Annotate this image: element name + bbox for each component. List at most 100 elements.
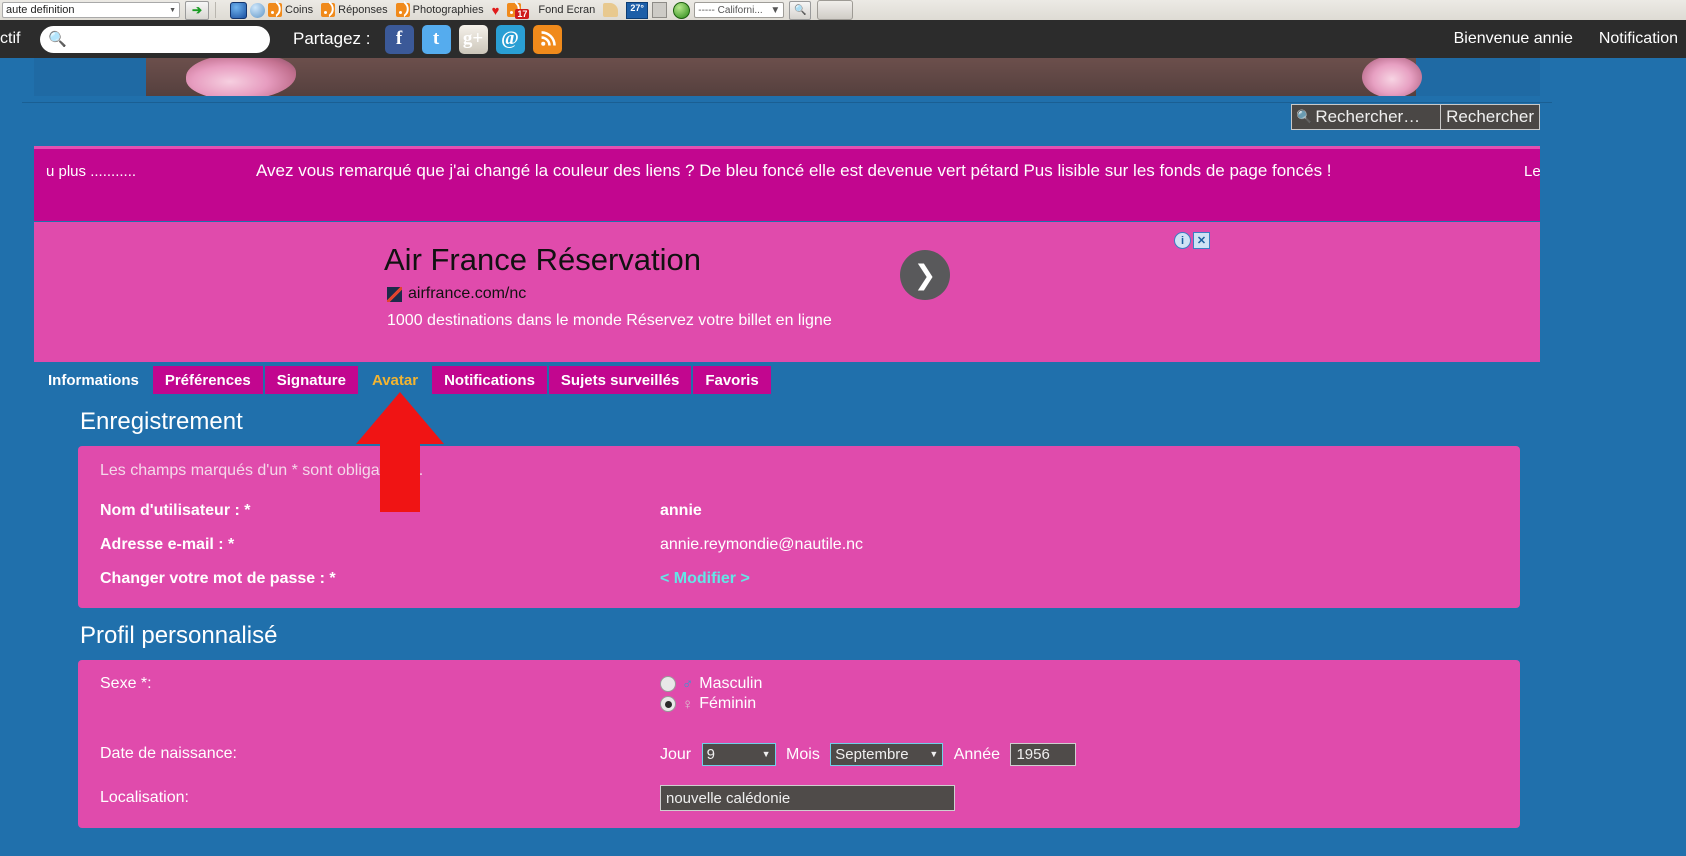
day-select-value: 9 (706, 745, 715, 763)
status-ok-icon (673, 1, 691, 19)
radio-feminin[interactable] (660, 696, 676, 712)
email-icon[interactable]: @ (495, 24, 525, 54)
month-select-value: Septembre (835, 745, 909, 763)
chevron-down-icon: ▼ (169, 6, 176, 14)
address-bar[interactable]: aute definition ▼ (2, 2, 180, 18)
ad-info-icon[interactable]: i (1174, 232, 1191, 249)
radio-masculin[interactable] (660, 676, 676, 692)
sex-option-masculin[interactable]: ♂ Masculin (660, 675, 762, 693)
row-password: Changer votre mot de passe : * < Modifie… (78, 562, 1520, 596)
ad-url[interactable]: airfrance.com/nc (408, 285, 526, 303)
flag-icon (603, 3, 619, 17)
profile-tabs: Informations Préférences Signature Avata… (36, 366, 1536, 394)
advertisement[interactable]: Air France Réservation airfrance.com/nc … (34, 222, 1540, 362)
region-select-value: ----- Californi... (698, 4, 763, 16)
day-select[interactable]: 9 ▼ (701, 742, 776, 766)
region-select[interactable]: ----- Californi... ▼ (694, 2, 785, 18)
google-plus-icon[interactable]: g+ (458, 24, 488, 54)
rss-icon (395, 3, 410, 17)
rss-icon (268, 3, 282, 17)
ad-close-icon[interactable]: ✕ (1193, 232, 1210, 249)
rss-icon (321, 3, 336, 17)
announcement-left-text: u plus ........... (46, 163, 137, 180)
site-search-row: 🔍 Rechercher… Rechercher (34, 104, 1540, 138)
go-button[interactable]: ➔ (185, 0, 209, 20)
bookmark-label: Photographies (412, 4, 484, 16)
announcement-banner: u plus ........... Avez vous remarqué qu… (34, 146, 1540, 221)
email-value: annie.reymondie@nautile.nc (660, 536, 864, 553)
username-label: Nom d'utilisateur : * (100, 502, 251, 519)
site-topbar: ctif 🔍 Partagez : f t g+ @ Bienvenue ann… (0, 20, 1686, 58)
row-birthdate: Date de naissance: Jour 9 ▼ Mois Septemb… (78, 720, 1520, 771)
year-input[interactable]: 1956 (1010, 742, 1077, 766)
birthdate-controls: Jour 9 ▼ Mois Septembre ▼ Année 1956 (660, 742, 1077, 766)
site-search-button[interactable]: Rechercher (1441, 104, 1540, 130)
row-location: Localisation: nouvelle calédonie (78, 771, 1520, 816)
tab-preferences[interactable]: Préférences (152, 366, 263, 394)
social-share-group: f t g+ @ (384, 24, 562, 54)
site-search-input[interactable]: 🔍 Rechercher… (1291, 104, 1442, 130)
facebook-icon[interactable]: f (384, 24, 414, 54)
weather-badge[interactable]: 27° (626, 1, 649, 19)
toolbar-button[interactable] (652, 2, 668, 18)
toolbar-overflow-button[interactable] (817, 0, 854, 20)
browser-logo-icon (230, 1, 247, 19)
bookmark-item[interactable]: 17 Fond Ecran (507, 0, 603, 20)
announcement-text: Avez vous remarqué que j'ai changé la co… (256, 161, 1332, 180)
day-label: Jour (660, 745, 692, 763)
airfrance-favicon (387, 286, 402, 302)
ad-description: 1000 destinations dans le monde Réservez… (387, 312, 832, 329)
location-input[interactable]: nouvelle calédonie (660, 785, 955, 811)
topbar-search[interactable]: 🔍 (40, 25, 270, 53)
female-symbol-icon: ♀ (682, 695, 694, 713)
notifications-link[interactable]: Notification (1599, 30, 1678, 48)
sex-label: Sexe *: (100, 675, 152, 692)
toolbar-divider (215, 2, 216, 18)
bookmark-item[interactable]: Réponses (321, 0, 396, 20)
browser-toolbar: aute definition ▼ ➔ Coins Réponses Photo… (0, 0, 1686, 21)
magnifier-icon: 🔍 (1296, 109, 1313, 124)
month-label: Mois (786, 745, 820, 763)
informations-panel: Enregistrement Les champs marqués d'un *… (44, 394, 1534, 856)
page-root: aute definition ▼ ➔ Coins Réponses Photo… (0, 0, 1686, 856)
location-label: Localisation: (100, 789, 189, 806)
ad-next-arrow-icon[interactable]: ❯ (900, 250, 950, 300)
sex-option-label: Masculin (699, 675, 763, 692)
bookmark-item[interactable]: Coins (268, 0, 321, 20)
tab-notifications[interactable]: Notifications (432, 366, 547, 394)
search-toolbar-button[interactable]: 🔍 (789, 0, 812, 20)
male-symbol-icon: ♂ (682, 675, 694, 693)
globe-icon (250, 2, 265, 18)
tab-avatar[interactable]: Avatar (359, 366, 431, 394)
month-select[interactable]: Septembre ▼ (830, 742, 944, 766)
sex-option-label: Féminin (699, 695, 757, 712)
magnifier-icon: 🔍 (794, 4, 807, 16)
registration-heading: Enregistrement (80, 408, 243, 435)
ad-controls: i ✕ (1174, 232, 1210, 249)
row-sex: Sexe *: ♂ Masculin ♀ Féminin (78, 670, 1520, 720)
tab-signature[interactable]: Signature (264, 366, 358, 394)
search-icon: 🔍 (48, 31, 67, 48)
rss-icon[interactable] (532, 24, 562, 54)
ad-url-row: airfrance.com/nc (387, 285, 526, 303)
bookmark-browser-icon[interactable] (230, 0, 268, 20)
email-label: Adresse e-mail : * (100, 536, 235, 553)
ad-title[interactable]: Air France Réservation (384, 242, 701, 278)
bookmark-item[interactable]: Photographies (395, 0, 492, 20)
tab-favoris[interactable]: Favoris (693, 366, 771, 394)
modify-password-link[interactable]: < Modifier > (660, 570, 750, 588)
password-label: Changer votre mot de passe : * (100, 570, 336, 587)
required-fields-note: Les champs marqués d'un * sont obligatoi… (100, 462, 424, 479)
birthdate-label: Date de naissance: (100, 745, 237, 762)
tab-informations[interactable]: Informations (36, 366, 151, 394)
header-divider (22, 96, 1552, 103)
search-input[interactable] (70, 30, 262, 48)
sex-option-feminin[interactable]: ♀ Féminin (660, 695, 762, 713)
header-flower-right (1362, 58, 1422, 96)
tab-sujets-surveilles[interactable]: Sujets surveillés (548, 366, 692, 394)
share-label: Partagez : (293, 29, 371, 48)
site-container: 🔍 Rechercher… Rechercher u plus ........… (22, 58, 1552, 856)
site-search-value: Rechercher… (1315, 107, 1421, 126)
bookmark-label: Fond Ecran (538, 4, 596, 16)
twitter-icon[interactable]: t (421, 24, 451, 54)
